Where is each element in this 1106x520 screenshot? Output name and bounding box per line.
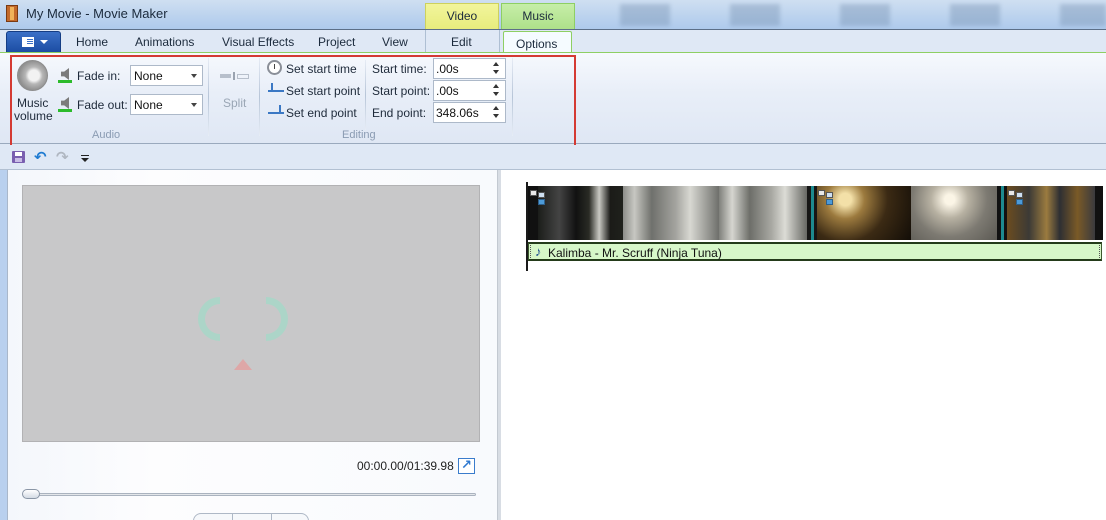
save-icon[interactable] — [12, 151, 25, 163]
start-time-spinner[interactable]: .00s — [433, 58, 506, 79]
spin-down-icon[interactable] — [493, 70, 499, 74]
end-point-spinner[interactable]: 348.06s — [433, 102, 506, 123]
set-start-time-button[interactable]: Set start time — [286, 62, 357, 76]
fullscreen-preview-icon[interactable] — [458, 457, 475, 474]
film-strip-edge — [1095, 186, 1103, 240]
undo-icon[interactable]: ↶ — [34, 148, 47, 166]
group-separator — [259, 58, 260, 136]
tab-project[interactable]: Project — [318, 35, 355, 49]
start-point-value: .00s — [436, 84, 459, 98]
spin-up-icon[interactable] — [493, 62, 499, 66]
fade-out-icon — [58, 97, 72, 112]
seek-thumb[interactable] — [22, 489, 40, 499]
loading-spinner-icon — [198, 297, 288, 343]
video-clip-1-frame-2[interactable] — [623, 186, 719, 240]
music-tools-context-tab: Music Tools — [501, 3, 575, 48]
tab-view[interactable]: View — [382, 35, 408, 49]
window-left-edge — [0, 170, 7, 520]
video-tools-context-tab: Video Tools — [425, 3, 499, 48]
play-indicator-icon — [234, 359, 252, 370]
set-end-point-button[interactable]: Set end point — [286, 106, 357, 120]
background-window-blur — [580, 4, 1106, 26]
set-end-point-icon — [268, 105, 284, 117]
fade-in-value: None — [134, 69, 163, 83]
editing-group-label: Editing — [342, 129, 376, 141]
playback-controls — [193, 513, 309, 520]
clip-selection-marker — [1001, 186, 1004, 240]
spin-down-icon[interactable] — [493, 92, 499, 96]
chevron-down-icon — [40, 40, 48, 44]
video-clip-1-frame-3[interactable] — [719, 186, 807, 240]
seek-bar[interactable] — [28, 493, 476, 496]
fade-in-icon — [58, 68, 72, 83]
set-start-point-icon — [268, 83, 284, 95]
music-note-icon: ♪ — [535, 244, 542, 259]
start-point-label: Start point: — [372, 84, 431, 98]
music-trim-handle-left[interactable] — [530, 245, 531, 258]
music-volume-label-line2[interactable]: volume — [14, 109, 53, 123]
chevron-down-icon — [191, 74, 197, 78]
start-time-value: .00s — [436, 62, 459, 76]
tab-home[interactable]: Home — [76, 35, 108, 49]
quick-access-toolbar: ↶ ↷ — [0, 145, 1106, 170]
redo-icon[interactable]: ↷ — [56, 148, 69, 166]
tab-separator — [499, 30, 500, 54]
clip-transition-icons — [818, 190, 834, 206]
chevron-down-icon — [191, 103, 197, 107]
next-frame-button[interactable] — [272, 514, 310, 520]
fade-in-label: Fade in: — [77, 69, 121, 83]
play-button[interactable] — [233, 514, 271, 520]
video-clip-1-frame-1[interactable] — [538, 186, 623, 240]
tab-animations[interactable]: Animations — [135, 35, 194, 49]
clip-transition-icons — [530, 190, 546, 206]
timecode-display: 00:00.00/01:39.98 — [357, 459, 454, 473]
spin-down-icon[interactable] — [493, 114, 499, 118]
application-menu-button[interactable] — [6, 31, 61, 53]
music-trim-handle-right[interactable] — [1099, 245, 1100, 258]
tab-visual-effects[interactable]: Visual Effects — [222, 35, 294, 49]
fade-out-dropdown[interactable]: None — [130, 94, 203, 115]
group-separator — [512, 58, 513, 136]
set-start-point-button[interactable]: Set start point — [286, 84, 360, 98]
end-point-label: End point: — [372, 106, 427, 120]
split-icon — [220, 72, 250, 80]
start-point-spinner[interactable]: .00s — [433, 80, 506, 101]
tab-options-label: Options — [516, 37, 558, 51]
start-time-label: Start time: — [372, 62, 427, 76]
video-clip-2-frame-2[interactable] — [911, 186, 997, 240]
ribbon-tab-row: Home Animations Visual Effects Project V… — [0, 29, 1106, 55]
previous-frame-button[interactable] — [194, 514, 232, 520]
music-track[interactable]: ♪ Kalimba - Mr. Scruff (Ninja Tuna) — [528, 242, 1102, 261]
menu-icon — [22, 37, 34, 47]
tab-edit[interactable]: Edit — [451, 35, 472, 49]
window-title: My Movie - Movie Maker — [26, 6, 168, 21]
customize-toolbar-icon[interactable] — [81, 155, 89, 162]
fade-out-value: None — [134, 98, 163, 112]
group-separator — [365, 60, 366, 130]
group-separator — [208, 58, 209, 136]
fade-in-dropdown[interactable]: None — [130, 65, 203, 86]
split-button[interactable]: Split — [223, 96, 246, 110]
clip-selection-marker — [811, 186, 814, 240]
end-point-value: 348.06s — [436, 106, 479, 120]
spin-up-icon[interactable] — [493, 84, 499, 88]
music-track-title: Kalimba - Mr. Scruff (Ninja Tuna) — [548, 246, 722, 260]
movie-maker-app-icon — [6, 5, 18, 22]
tab-separator — [425, 30, 426, 54]
spin-up-icon[interactable] — [493, 106, 499, 110]
audio-group-label: Audio — [92, 129, 121, 141]
fade-out-label: Fade out: — [77, 98, 128, 112]
music-volume-label-line1[interactable]: Music — [17, 96, 48, 110]
clip-transition-icons — [1008, 190, 1024, 206]
music-volume-speaker-icon[interactable] — [17, 60, 48, 91]
stopwatch-icon — [267, 60, 282, 75]
